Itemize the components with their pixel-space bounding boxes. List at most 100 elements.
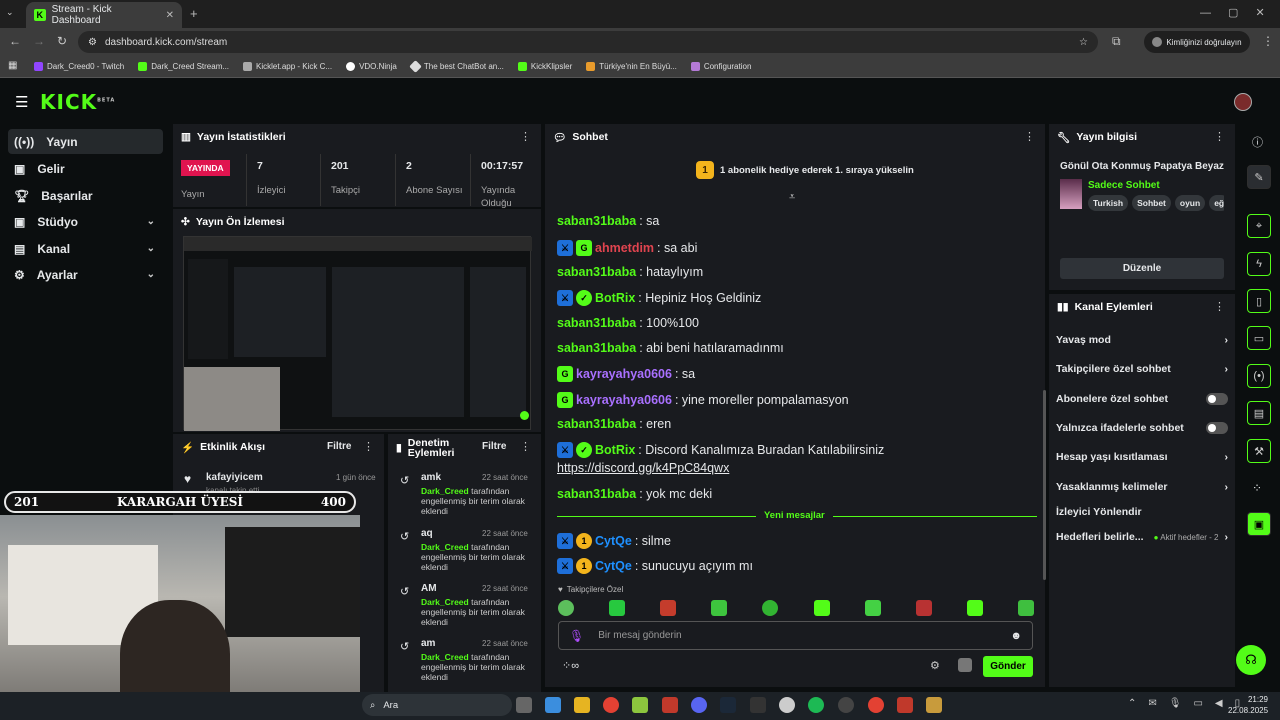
sidebar-item-kanal[interactable]: ▤ Kanal ⌄ [8, 236, 163, 261]
wrench-icon[interactable]: ⚒ [1247, 439, 1271, 463]
app-icon[interactable] [662, 697, 678, 713]
back-icon[interactable]: ← [9, 34, 21, 48]
set-goals-item[interactable]: Hedefleri belirle... ● Aktif hedefler - 2… [1056, 531, 1228, 543]
more-options-icon[interactable]: ⋮ [1214, 130, 1225, 143]
emote-icon[interactable] [966, 600, 983, 616]
followers-only-item[interactable]: Takipçilere özel sohbet › [1056, 363, 1228, 375]
emote-icon[interactable] [762, 600, 779, 616]
user-avatar[interactable] [1234, 93, 1252, 111]
sidebar-item-ayarlar[interactable]: ⚙ Ayarlar ⌄ [8, 262, 163, 287]
bookmark-item[interactable]: KickKlipsler [517, 62, 572, 71]
emote-icon[interactable] [915, 600, 932, 616]
bookmark-item[interactable]: Türkiye'nin En Büyü... [586, 62, 677, 71]
activity-user[interactable]: kafayiyicem [206, 472, 263, 483]
tag[interactable]: eğ [1209, 195, 1224, 211]
chat-username[interactable]: BotRix [595, 291, 635, 305]
file-explorer-icon[interactable] [574, 697, 590, 713]
clock[interactable]: 21:29 22.08.2025 [1228, 694, 1268, 716]
undo-icon[interactable]: ↺ [400, 530, 409, 543]
tag[interactable]: Sohbet [1132, 195, 1171, 211]
emote-icon[interactable] [660, 600, 677, 616]
banned-words-item[interactable]: Yasaklanmış kelimeler › [1056, 481, 1228, 493]
bookmark-item[interactable]: Dark_Creed0 - Twitch [34, 62, 124, 71]
send-button[interactable]: Gönder [983, 656, 1033, 677]
undo-icon[interactable]: ↺ [400, 585, 409, 598]
steam-icon[interactable] [720, 697, 736, 713]
bookmark-item[interactable]: Kicklet.app - Kick C... [243, 62, 332, 71]
browser-tab[interactable]: K Stream - Kick Dashboard ✕ [26, 2, 182, 28]
chat-username[interactable]: saban31baba [557, 214, 636, 228]
emote-icon[interactable] [558, 600, 574, 616]
browser-menu-icon[interactable]: ⋮ [1262, 34, 1274, 48]
emote-icon[interactable] [813, 600, 830, 616]
new-tab-button[interactable]: + [190, 6, 198, 21]
reload-icon[interactable]: ↻ [57, 34, 67, 48]
bookmark-star-icon[interactable]: ☆ [1079, 37, 1088, 48]
chat-username[interactable]: BotRix [595, 443, 635, 457]
league-icon[interactable] [926, 697, 942, 713]
chat-input[interactable]: 🎙︎ Bir mesaj gönderin ☻ [558, 621, 1033, 650]
tab-list-icon[interactable]: ⌄ [6, 7, 14, 18]
chat-username[interactable]: CytQe [595, 534, 632, 548]
emote-only-toggle[interactable] [1206, 422, 1228, 434]
more-options-icon[interactable]: ⋮ [363, 440, 374, 453]
more-options-icon[interactable]: ⋮ [520, 130, 531, 143]
emote-icon[interactable] [609, 600, 626, 616]
taskbar-search[interactable]: ⌕ Ara [362, 694, 512, 716]
bookmark-item[interactable]: VDO.Ninja [346, 62, 397, 71]
tag[interactable]: oyun [1174, 195, 1206, 211]
sidebar-item-studyo[interactable]: ▣ Stüdyo ⌄ [8, 209, 163, 234]
support-headset-icon[interactable]: ☊ [1236, 645, 1266, 675]
verify-identity-button[interactable]: Kimliğinizi doğrulayın [1144, 31, 1250, 53]
chat-settings-icon[interactable]: ⚙ [930, 659, 940, 672]
gift-banner[interactable]: 1 1 abonelik hediye ederek 1. sıraya yük… [696, 161, 914, 179]
obs-icon[interactable] [838, 697, 854, 713]
tag[interactable]: Turkish [1088, 195, 1129, 211]
hamburger-menu-icon[interactable]: ☰ [15, 93, 28, 111]
bookmark-item[interactable]: Configuration [690, 62, 751, 71]
chat-username[interactable]: saban31baba [557, 265, 636, 279]
bookmark-item[interactable]: Dark_Creed Stream... [138, 62, 229, 71]
undo-icon[interactable]: ↺ [400, 640, 409, 653]
app-icon[interactable]: ▣ [1247, 512, 1271, 536]
more-options-icon[interactable]: ⋮ [1214, 300, 1225, 313]
chat-extras-icon[interactable]: ⁘∞ [562, 659, 579, 672]
chat-scrollbar[interactable] [1043, 390, 1046, 580]
chat-username[interactable]: saban31baba [557, 341, 636, 355]
address-bar[interactable]: ⚙ dashboard.kick.com/stream ☆ [78, 31, 1098, 53]
spotify-icon[interactable] [808, 697, 824, 713]
forward-icon[interactable]: → [33, 34, 45, 48]
more-options-icon[interactable]: ⋮ [1024, 130, 1035, 143]
chat-username[interactable]: saban31baba [557, 316, 636, 330]
preview-video[interactable] [183, 236, 532, 431]
store-icon[interactable] [545, 697, 561, 713]
apps-grid-icon[interactable]: ▦ [8, 60, 17, 71]
edit-button[interactable]: Düzenle [1060, 258, 1224, 279]
filter-button[interactable]: Filtre [327, 441, 351, 452]
chat-username[interactable]: CytQe [595, 559, 632, 573]
app-icon[interactable] [897, 697, 913, 713]
site-info-icon[interactable]: ⚙ [88, 37, 97, 48]
epic-games-icon[interactable] [750, 697, 766, 713]
slow-mode-item[interactable]: Yavaş mod › [1056, 334, 1228, 346]
undo-icon[interactable]: ↺ [400, 474, 409, 487]
chat-bubble-icon[interactable]: ▭ [1247, 326, 1271, 350]
emote-icon[interactable] [711, 600, 728, 616]
category-thumbnail[interactable] [1060, 179, 1082, 209]
extensions-icon[interactable]: ⧉ [1112, 34, 1121, 49]
chat-username[interactable]: saban31baba [557, 487, 636, 501]
collapse-banner-icon[interactable]: ⩡ [789, 191, 795, 204]
sidebar-item-yayin[interactable]: ((•)) Yayın [8, 129, 163, 154]
host-viewers-item[interactable]: İzleyici Yönlendir [1056, 506, 1228, 518]
subscribers-only-toggle[interactable] [1206, 393, 1228, 405]
account-age-item[interactable]: Hesap yaşı kısıtlaması › [1056, 451, 1228, 463]
dots-icon[interactable]: ⁘ [1252, 481, 1262, 495]
emote-icon[interactable] [864, 600, 881, 616]
window-controls[interactable]: — ▢ ✕ [1200, 6, 1265, 19]
layout-icon[interactable]: ▤ [1247, 401, 1271, 425]
edit-pencil-icon[interactable]: ✎ [1247, 165, 1271, 189]
scan-icon[interactable]: ⌖ [1247, 214, 1271, 238]
discord-icon[interactable] [691, 697, 707, 713]
chatgpt-icon[interactable] [779, 697, 795, 713]
sidebar-item-gelir[interactable]: ▣ Gelir [8, 156, 163, 181]
